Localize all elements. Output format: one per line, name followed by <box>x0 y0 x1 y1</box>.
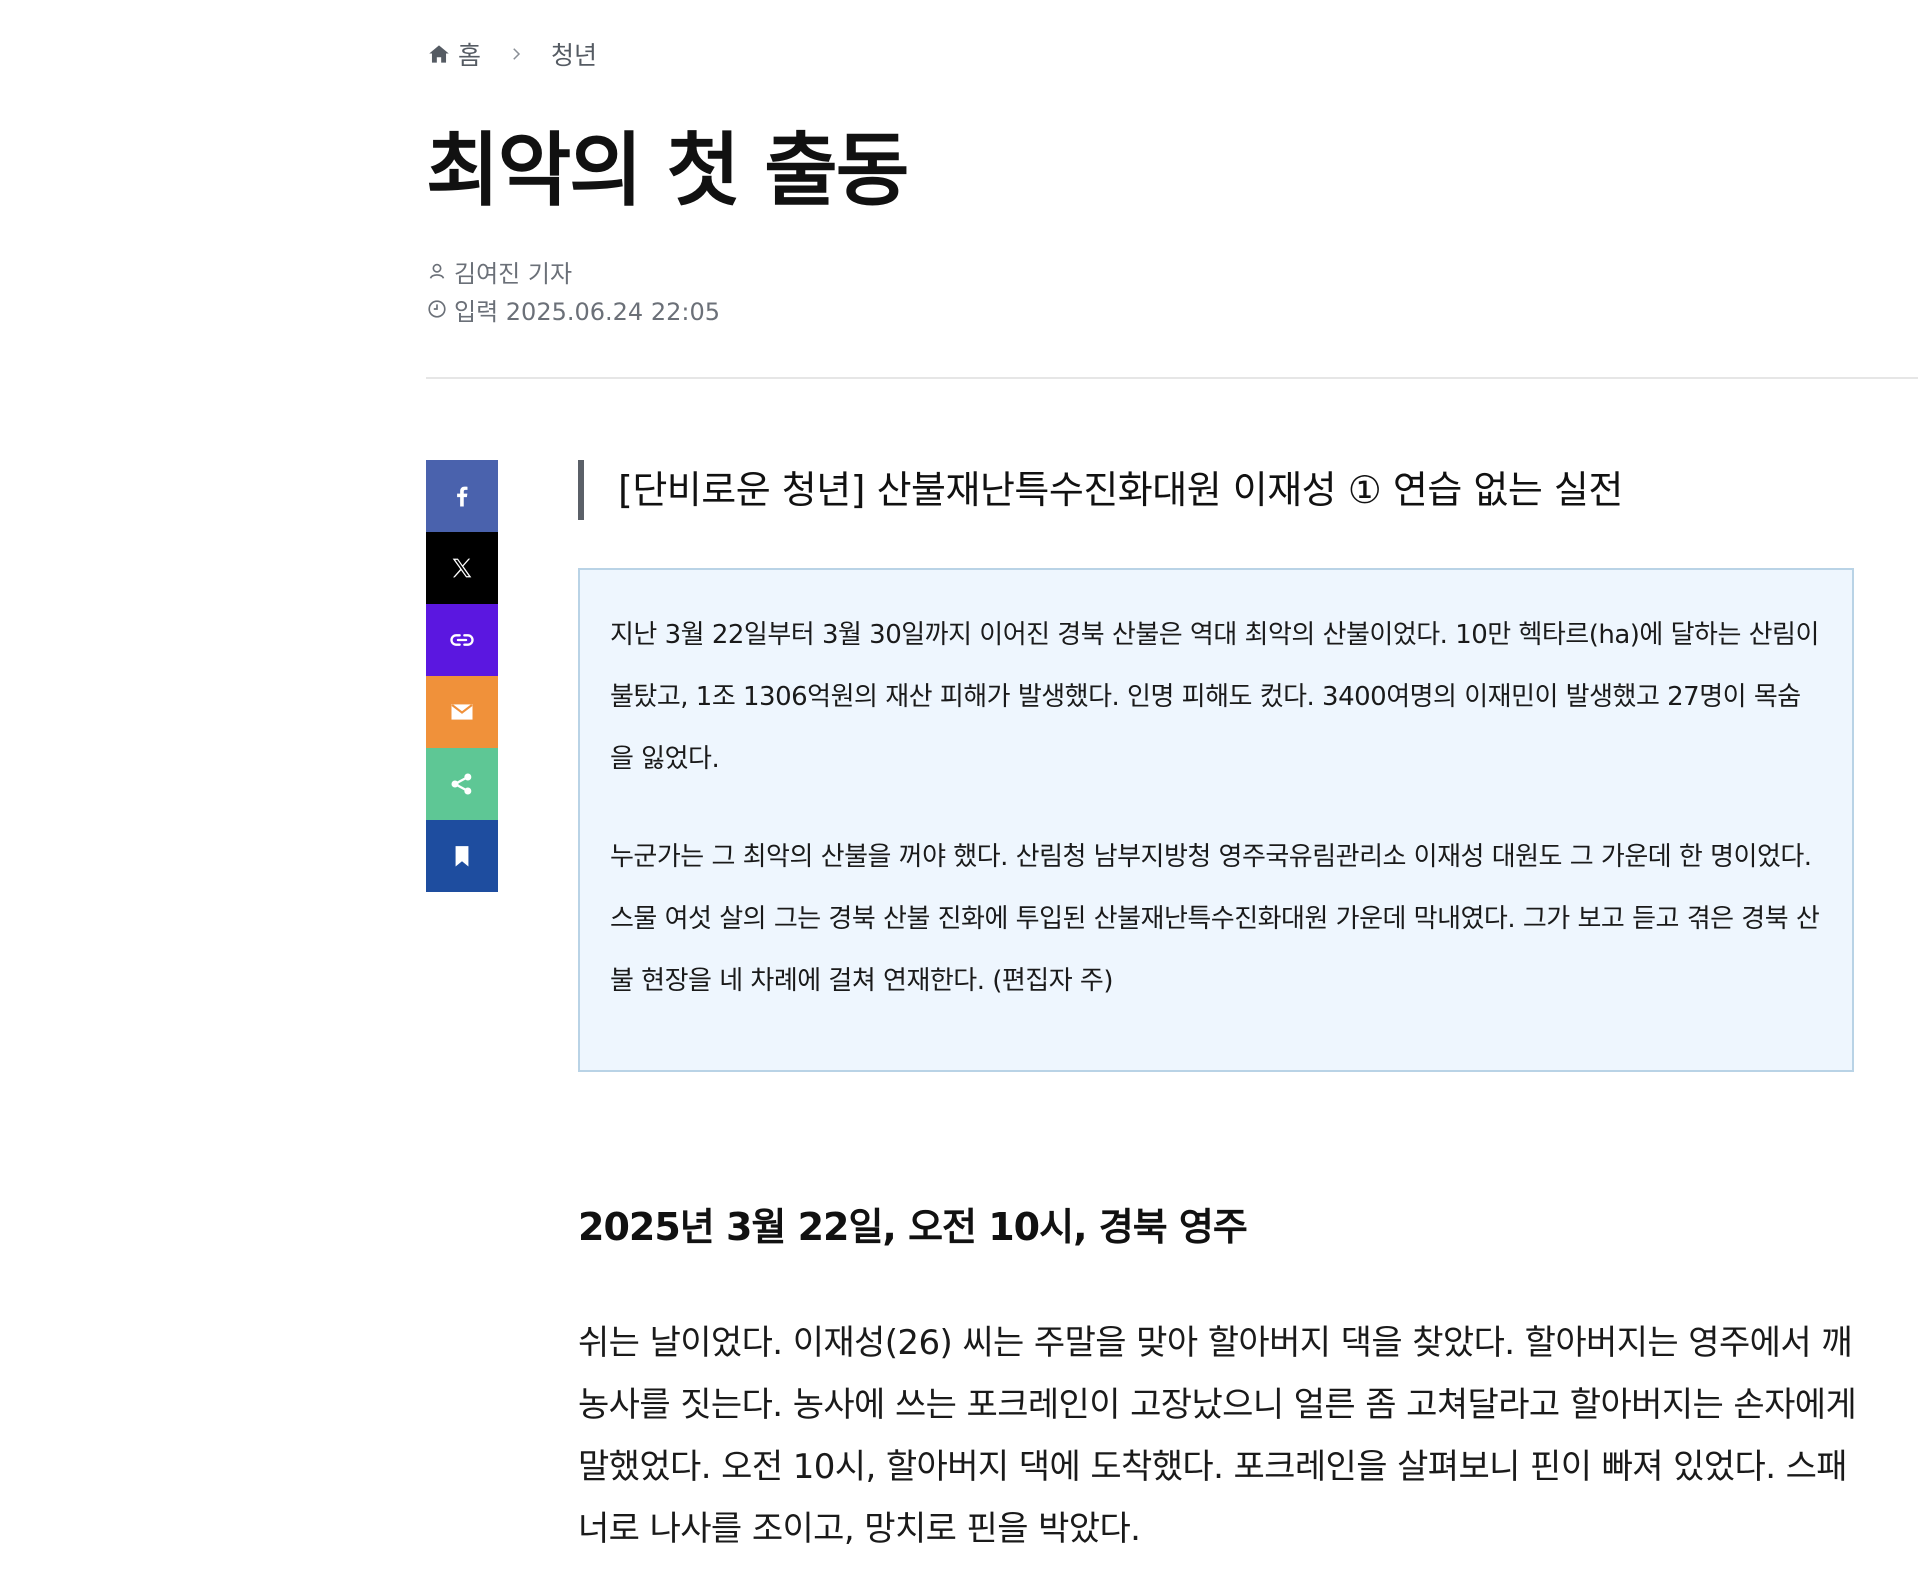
summary-paragraph: 누군가는 그 최악의 산불을 꺼야 했다. 산림청 남부지방청 영주국유림관리소… <box>610 842 1820 996</box>
article-body: [단비로운 청년] 산불재난특수진화대원 이재성 ① 연습 없는 실전 지난 3… <box>578 460 1918 1549</box>
copy-link-button[interactable] <box>426 604 498 676</box>
article-subtitle: [단비로운 청년] 산불재난특수진화대원 이재성 ① 연습 없는 실전 <box>578 460 1918 520</box>
facebook-share-button[interactable] <box>426 460 498 532</box>
x-share-button[interactable] <box>426 532 498 604</box>
link-icon <box>450 634 474 646</box>
bookmark-icon <box>455 846 469 867</box>
summary-paragraph: 지난 3월 22일부터 3월 30일까지 이어진 경북 산불은 역대 최악의 산… <box>610 620 1819 774</box>
page-title: 최악의 첫 출동 <box>426 124 909 217</box>
share-bar <box>426 460 498 892</box>
published-date: 입력 2025.06.24 22:05 <box>454 297 720 326</box>
x-icon <box>452 558 472 578</box>
clock-icon <box>428 300 446 318</box>
mail-icon <box>451 704 473 720</box>
author-row: 김여진 기자 <box>426 252 720 290</box>
facebook-icon <box>457 486 468 507</box>
share-button[interactable] <box>426 748 498 820</box>
breadcrumb: 홈 청년 <box>426 36 597 72</box>
author-link[interactable]: 김여진 기자 <box>454 254 572 289</box>
header-divider <box>426 377 1918 379</box>
body-paragraph: 쉬는 날이었다. 이재성(26) 씨는 주말을 맞아 할아버지 댁을 찾았다. … <box>578 1323 1857 1549</box>
chevron-right-icon <box>507 45 525 63</box>
published-row: 입력 2025.06.24 22:05 <box>426 290 720 328</box>
breadcrumb-current-link[interactable]: 청년 <box>551 36 597 72</box>
editor-summary-box: 지난 3월 22일부터 3월 30일까지 이어진 경북 산불은 역대 최악의 산… <box>578 568 1854 1072</box>
home-icon <box>429 45 449 63</box>
section-heading: 2025년 3월 22일, 오전 10시, 경북 영주 <box>578 1205 1248 1249</box>
breadcrumb-home-label: 홈 <box>458 41 482 70</box>
breadcrumb-home-link[interactable]: 홈 <box>426 36 481 72</box>
email-share-button[interactable] <box>426 676 498 748</box>
article-meta: 김여진 기자 입력 2025.06.24 22:05 <box>426 252 720 328</box>
user-icon <box>429 263 445 279</box>
article-page: 홈 청년 최악의 첫 출동 김여진 기자 입력 2025.06.24 22:05 <box>426 0 1918 1596</box>
share-icon <box>451 773 472 795</box>
bookmark-button[interactable] <box>426 820 498 892</box>
